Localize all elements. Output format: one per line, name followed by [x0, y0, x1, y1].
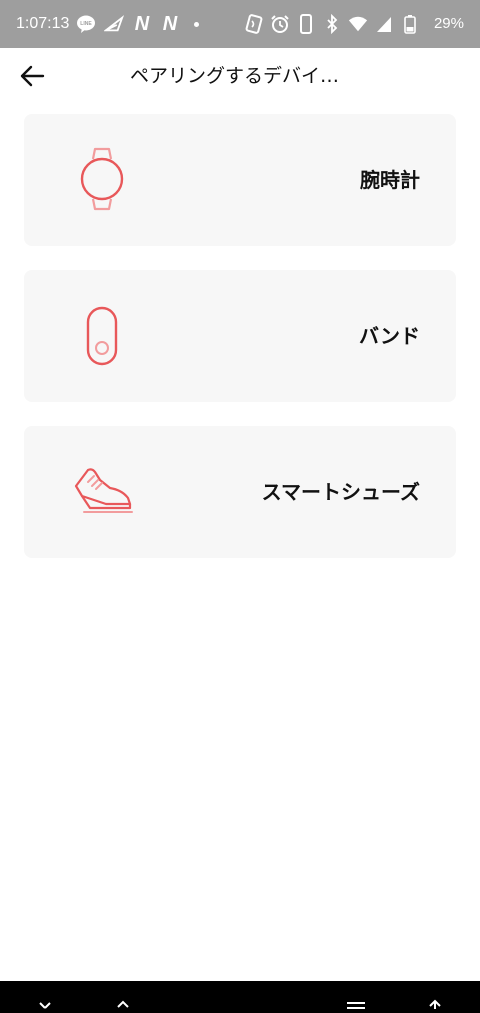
signal-icon	[374, 14, 394, 34]
dot-icon	[194, 21, 199, 27]
chevron-up-icon	[117, 1000, 129, 1008]
menu-icon	[347, 1002, 365, 1009]
status-bar: 1:07:13 LINE N N 29%	[0, 0, 480, 48]
device-list: 腕時計 バンド スマートシューズ	[24, 114, 456, 582]
device-option-band[interactable]: バンド	[24, 270, 456, 402]
device-option-watch[interactable]: 腕時計	[24, 114, 456, 246]
device-label-band: バンド	[359, 324, 420, 348]
svg-text:LINE: LINE	[80, 21, 92, 27]
wifi-icon	[348, 14, 368, 34]
alarm-icon	[270, 14, 290, 34]
navigation-icon	[104, 14, 124, 34]
watch-icon	[62, 140, 142, 220]
arrow-up-nav-button[interactable]	[423, 993, 447, 1013]
n-icon: N	[162, 13, 178, 35]
bluetooth-icon	[322, 14, 342, 34]
nfc-icon	[244, 14, 264, 34]
navigation-bar	[0, 981, 480, 1013]
status-notification-icons: LINE N N	[76, 12, 199, 36]
close-icon	[39, 1002, 51, 1009]
menu-nav-button[interactable]	[344, 993, 368, 1013]
line-icon: LINE	[76, 14, 96, 34]
chevron-up-nav-button[interactable]	[111, 993, 135, 1013]
phone-icon	[296, 14, 316, 34]
device-option-shoes[interactable]: スマートシューズ	[24, 426, 456, 558]
back-arrow-icon	[20, 65, 45, 87]
device-label-shoes: スマートシューズ	[261, 480, 420, 504]
page-title: ペアリングするデバイ…	[130, 65, 340, 87]
arrow-up-icon	[429, 999, 441, 1009]
n-icon: N	[134, 13, 150, 35]
close-nav-button[interactable]	[33, 993, 57, 1013]
battery-percentage: 29%	[433, 15, 464, 32]
shoe-icon	[62, 452, 142, 532]
status-time: 1:07:13	[16, 15, 70, 32]
app-bar: ペアリングするデバイ…	[0, 48, 480, 104]
back-button[interactable]	[14, 60, 50, 92]
device-label-watch: 腕時計	[360, 168, 420, 192]
band-icon	[62, 296, 142, 376]
battery-icon	[400, 14, 420, 34]
status-system-icons	[244, 12, 420, 36]
